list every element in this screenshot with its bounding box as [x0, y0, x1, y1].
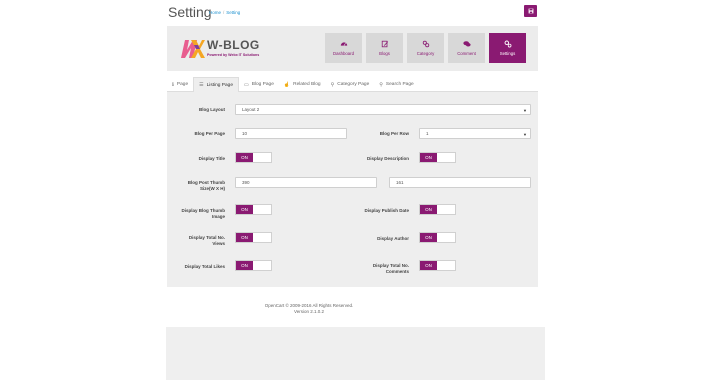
header-panel: W-BLOG Powered by Webx IT Solutions Dash… — [167, 26, 538, 71]
display-total-comments-label: Display Total No. Comments — [353, 263, 409, 274]
card-icon: ▭ — [244, 81, 249, 88]
display-total-views-label-line2: Views — [212, 240, 225, 246]
nav-blogs[interactable]: Blogs — [366, 33, 403, 63]
settings-tabs: ℹ Page ☰ Listing Page ▭ Blog Page ☝ Related … — [167, 77, 538, 92]
nav-category-label: Category — [416, 51, 435, 56]
nav-comment[interactable]: Comment — [448, 33, 485, 63]
info-icon: ℹ — [172, 81, 174, 88]
listing-page-form: Blog Layout Layout 2 ▼ Blog Per Page 10 … — [167, 92, 538, 287]
display-total-views-toggle[interactable]: ON — [235, 232, 272, 243]
display-total-comments-label-line1: Display Total No. — [372, 263, 409, 268]
display-thumb-image-toggle[interactable]: ON — [235, 204, 272, 215]
save-icon — [528, 8, 533, 14]
toggle-on-state: ON — [236, 261, 253, 270]
toggle-on-state: ON — [420, 205, 437, 214]
chevron-down-icon: ▼ — [523, 132, 527, 137]
breadcrumb-setting[interactable]: Setting — [226, 10, 240, 15]
toggle-on-state: ON — [420, 233, 437, 242]
toggle-on-state: ON — [236, 153, 253, 162]
display-total-views-label: Display Total No. Views — [167, 235, 225, 246]
thumb-height-input[interactable]: 161 — [389, 177, 531, 188]
footer-copyright: OpenCart © 2009-2016 All Rights Reserved… — [264, 303, 354, 308]
blog-per-row-select[interactable]: 1 ▼ — [419, 128, 531, 139]
nav-comment-label: Comment — [457, 51, 476, 56]
footer-version: Version 2.1.0.2 — [293, 309, 325, 314]
blog-per-row-label: Blog Per Row — [379, 131, 409, 136]
tag-icon: ⚲ — [330, 81, 335, 88]
thumb-size-label-line2: Size(W X H) — [199, 185, 225, 191]
blog-layout-value: Layout 2 — [242, 107, 260, 112]
display-total-comments-toggle[interactable]: ON — [419, 260, 456, 271]
display-thumb-image-label-line1: Display Blog Thumb — [181, 208, 225, 213]
nav-tiles: Dashboard Blogs Category Comment Setting… — [325, 33, 526, 63]
category-icon — [422, 40, 429, 48]
toggle-on-state: ON — [236, 233, 253, 242]
nav-dashboard[interactable]: Dashboard — [325, 33, 362, 63]
chevron-down-icon: ▼ — [523, 108, 527, 113]
dashboard-icon — [340, 42, 347, 46]
logo-tagline: Powered by Webx IT Solutions — [207, 53, 260, 57]
tab-blog-page[interactable]: ▭ Blog Page — [239, 77, 279, 92]
tab-category-page-label: Category Page — [337, 82, 370, 87]
display-total-views-label-line1: Display Total No. — [188, 235, 225, 240]
tab-page[interactable]: ℹ Page — [167, 77, 193, 92]
breadcrumb-home[interactable]: Home — [209, 10, 221, 15]
display-author-label: Display Author — [377, 236, 409, 241]
tab-related-blog[interactable]: ☝ Related Blog — [279, 77, 326, 92]
logo-wordmark: W-BLOG — [207, 38, 260, 52]
thumb-width-input[interactable]: 390 — [235, 177, 377, 188]
nav-dashboard-label: Dashboard — [332, 51, 355, 56]
tab-search-page-label: Search Page — [385, 82, 414, 87]
nx-logo-icon — [181, 40, 205, 58]
display-total-comments-label-line2: Comments — [385, 268, 409, 274]
display-thumb-image-label: Display Blog Thumb Image — [167, 208, 225, 219]
save-button[interactable] — [524, 5, 537, 17]
blog-layout-select[interactable]: Layout 2 ▼ — [235, 104, 531, 115]
list-icon: ☰ — [199, 82, 204, 88]
display-description-toggle[interactable]: ON — [419, 152, 456, 163]
thumb-height-value: 161 — [396, 180, 404, 185]
breadcrumb: Home / Setting — [209, 10, 241, 15]
toggle-on-state: ON — [420, 261, 437, 270]
display-total-likes-label: Display Total Likes — [184, 264, 225, 269]
blog-layout-label: Blog Layout — [199, 107, 225, 112]
tab-category-page[interactable]: ⚲ Category Page — [326, 77, 375, 92]
tab-listing-page[interactable]: ☰ Listing Page — [193, 77, 239, 92]
page: Setting Home / Setting W-BLOG Powered by W… — [0, 0, 710, 380]
blog-per-page-value: 10 — [242, 131, 248, 136]
display-author-toggle[interactable]: ON — [419, 232, 456, 243]
tab-listing-page-label: Listing Page — [206, 82, 233, 88]
tab-related-blog-label: Related Blog — [293, 82, 321, 87]
toggle-on-state: ON — [236, 205, 253, 214]
blog-per-page-label: Blog Per Page — [194, 131, 225, 136]
nav-category[interactable]: Category — [407, 33, 444, 63]
thumbs-up-icon: ☝ — [283, 81, 291, 88]
tab-blog-page-label: Blog Page — [251, 82, 274, 87]
blog-per-row-value: 1 — [426, 131, 429, 136]
thumb-size-label-line1: Blog Post Thumb — [187, 180, 225, 185]
search-icon: ⚲ — [379, 81, 383, 88]
display-thumb-image-label-line2: Image — [211, 213, 225, 219]
tab-page-label: Page — [176, 82, 189, 87]
display-title-label: Display Title — [198, 156, 225, 161]
settings-icon — [504, 40, 511, 48]
bottom-panel — [166, 327, 545, 380]
nav-settings[interactable]: Settings — [489, 33, 526, 63]
blog-per-page-input[interactable]: 10 — [235, 128, 347, 139]
display-total-likes-toggle[interactable]: ON — [235, 260, 272, 271]
thumb-width-value: 390 — [242, 180, 250, 185]
display-publish-date-toggle[interactable]: ON — [419, 204, 456, 215]
page-title: Setting — [168, 4, 212, 20]
display-publish-date-label: Display Publish Date — [364, 208, 409, 213]
toggle-on-state: ON — [420, 153, 437, 162]
blogs-icon — [381, 40, 388, 48]
comment-icon — [462, 41, 471, 47]
tab-search-page[interactable]: ⚲ Search Page — [374, 77, 418, 92]
display-description-label: Display Description — [366, 156, 409, 161]
nav-settings-label: Settings — [499, 51, 516, 56]
display-title-toggle[interactable]: ON — [235, 152, 272, 163]
wblog-logo: W-BLOG Powered by Webx IT Solutions — [179, 36, 279, 62]
nav-blogs-label: Blogs — [379, 51, 390, 56]
thumb-size-label: Blog Post Thumb Size(W X H) — [167, 180, 225, 191]
